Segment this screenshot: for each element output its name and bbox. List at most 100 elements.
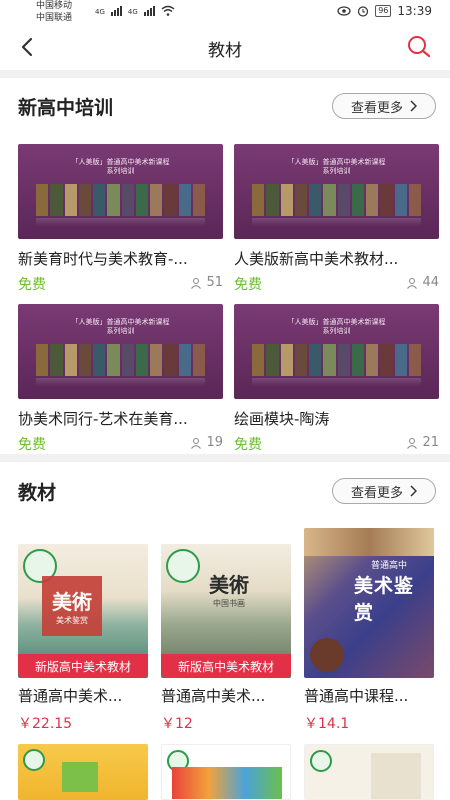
clock: 13:39 bbox=[397, 4, 432, 18]
cover-tag-line2: 系列培训 bbox=[106, 167, 135, 175]
cover-tag-line1: 「人美版」普通高中美术新课程 bbox=[71, 318, 170, 326]
cover-photo-strip bbox=[304, 528, 434, 556]
learner-count-value: 21 bbox=[422, 435, 439, 450]
new-edition-badge: 新版高中美术教材 bbox=[161, 654, 291, 678]
eye-icon bbox=[337, 6, 351, 16]
course-cover-image: 「人美版」普通高中美术新课程 系列培训 bbox=[18, 144, 223, 239]
view-more-label: 查看更多 bbox=[350, 485, 403, 501]
learner-count: 51 bbox=[190, 275, 223, 290]
textbook-title: 普通高中美术... bbox=[18, 687, 123, 705]
textbook-cover-image bbox=[304, 744, 434, 800]
chevron-right-icon bbox=[410, 485, 417, 497]
section-title: 教材 bbox=[18, 482, 57, 504]
textbook-card[interactable] bbox=[304, 744, 434, 800]
textbook-card[interactable]: 美術 中国书画 新版高中美术教材 普通高中美术... ￥12 bbox=[161, 544, 291, 734]
learner-count-value: 19 bbox=[206, 435, 223, 450]
learner-count: 21 bbox=[406, 435, 439, 450]
cover-tag-line2: 系列培训 bbox=[106, 327, 135, 335]
cover-title-block: 美術 中国书画 bbox=[201, 560, 257, 618]
cover-artwork bbox=[62, 762, 98, 792]
cover-artwork bbox=[310, 638, 344, 672]
cover-tag-line1: 「人美版」普通高中美术新课程 bbox=[71, 158, 170, 166]
publisher-logo-icon bbox=[23, 749, 45, 771]
cover-tag-line1: 「人美版」普通高中美术新课程 bbox=[287, 158, 386, 166]
textbook-cover-image bbox=[161, 744, 291, 800]
wifi-icon bbox=[161, 5, 175, 16]
textbook-cover-image bbox=[18, 744, 148, 800]
page-title: 教材 bbox=[208, 41, 242, 61]
network-type-1: 4G bbox=[95, 8, 105, 16]
course-cover-image: 「人美版」普通高中美术新课程 系列培训 bbox=[234, 144, 439, 239]
cover-tag-line1: 「人美版」普通高中美术新课程 bbox=[287, 318, 386, 326]
training-section: 新高中培训 查看更多 「人美版」普通高中美术新课程 系列培训 新美育时代与美术教育… bbox=[0, 78, 450, 454]
view-more-button[interactable]: 查看更多 bbox=[332, 93, 436, 119]
cover-title: 美術 bbox=[209, 573, 249, 597]
course-card[interactable]: 「人美版」普通高中美术新课程 系列培训 绘画模块-陶涛 免费 21 bbox=[234, 304, 439, 453]
cover-tag-line2: 系列培训 bbox=[322, 327, 351, 335]
cover-subtitle: 中国书画 bbox=[213, 599, 245, 608]
textbook-title: 普通高中课程... bbox=[304, 687, 409, 705]
course-card[interactable]: 「人美版」普通高中美术新课程 系列培训 新美育时代与美术教育-... 免费 51 bbox=[18, 144, 223, 293]
course-price: 免费 bbox=[18, 277, 46, 293]
course-card[interactable]: 「人美版」普通高中美术新课程 系列培训 人美版新高中美术教材... 免费 44 bbox=[234, 144, 439, 293]
person-icon bbox=[407, 277, 418, 289]
textbook-price: ￥14.1 bbox=[304, 716, 350, 732]
status-right: 96 13:39 bbox=[337, 4, 432, 18]
course-cover-image: 「人美版」普通高中美术新课程 系列培训 bbox=[234, 304, 439, 399]
view-more-label: 查看更多 bbox=[350, 100, 403, 116]
learner-count-value: 44 bbox=[422, 275, 439, 290]
course-title: 人美版新高中美术教材... bbox=[234, 250, 399, 268]
publisher-logo-icon bbox=[310, 750, 332, 772]
textbook-card[interactable]: 美術 美术鉴赏 新版高中美术教材 普通高中美术... ￥22.15 bbox=[18, 544, 148, 734]
person-icon bbox=[407, 437, 418, 449]
course-title: 新美育时代与美术教育-... bbox=[18, 250, 188, 268]
textbook-cover-image: 美術 中国书画 新版高中美术教材 bbox=[161, 544, 291, 678]
course-title: 绘画模块-陶涛 bbox=[234, 410, 330, 428]
cover-artwork bbox=[172, 767, 282, 799]
textbook-title: 普通高中美术... bbox=[161, 687, 266, 705]
cover-title-block: 美術 美术鉴赏 bbox=[42, 576, 102, 636]
learner-count: 44 bbox=[406, 275, 439, 290]
nav-bar: 教材 bbox=[0, 26, 450, 70]
course-cover-image: 「人美版」普通高中美术新课程 系列培训 bbox=[18, 304, 223, 399]
signal-bars-icon bbox=[110, 6, 122, 16]
course-title: 协美术同行-艺术在美育... bbox=[18, 410, 188, 428]
learner-count-value: 51 bbox=[206, 275, 223, 290]
course-price: 免费 bbox=[18, 437, 46, 453]
cover-subtitle: 美术鉴赏 bbox=[56, 616, 88, 625]
cover-title: 美术鉴赏 bbox=[354, 575, 415, 624]
learner-count: 19 bbox=[190, 435, 223, 450]
textbook-card[interactable] bbox=[18, 744, 148, 800]
textbook-cover-image: 普通高中 美术鉴赏 bbox=[304, 528, 434, 678]
new-edition-badge: 新版高中美术教材 bbox=[18, 654, 148, 678]
person-icon bbox=[191, 277, 202, 289]
status-bar: 中国移动 中国联通 4G 4G 96 13:39 bbox=[0, 0, 450, 26]
carrier-1: 中国移动 bbox=[36, 1, 73, 11]
publisher-logo-icon bbox=[166, 549, 200, 583]
alarm-icon bbox=[358, 6, 369, 17]
search-icon[interactable] bbox=[406, 34, 432, 60]
textbook-section: 教材 查看更多 美術 美术鉴赏 新版高中美术教材 普通高中美术... ￥22.1… bbox=[0, 462, 450, 800]
battery-icon: 96 bbox=[375, 5, 392, 17]
person-icon bbox=[191, 437, 202, 449]
cover-tag-line2: 系列培训 bbox=[322, 167, 351, 175]
textbook-price: ￥12 bbox=[161, 716, 193, 732]
course-card[interactable]: 「人美版」普通高中美术新课程 系列培训 协美术同行-艺术在美育... 免费 19 bbox=[18, 304, 223, 453]
textbook-price: ￥22.15 bbox=[18, 716, 73, 732]
course-price: 免费 bbox=[234, 437, 262, 453]
chevron-right-icon bbox=[410, 100, 417, 112]
network-type-2: 4G bbox=[127, 8, 138, 16]
carrier-2: 中国联通 bbox=[36, 13, 73, 23]
textbook-card[interactable]: 普通高中 美术鉴赏 普通高中课程... ￥14.1 bbox=[304, 528, 434, 734]
cover-title: 美術 bbox=[52, 590, 92, 614]
textbook-card[interactable] bbox=[161, 744, 291, 800]
signal-bars-icon-2 bbox=[143, 6, 155, 16]
section-title: 新高中培训 bbox=[18, 97, 114, 119]
signal-area: 4G 4G bbox=[95, 5, 175, 16]
cover-title-block: 普通高中 美术鉴赏 bbox=[354, 558, 424, 625]
course-price: 免费 bbox=[234, 277, 262, 293]
cover-artwork bbox=[371, 753, 421, 799]
textbook-cover-image: 美術 美术鉴赏 新版高中美术教材 bbox=[18, 544, 148, 678]
cover-subtitle: 普通高中 bbox=[370, 561, 407, 571]
view-more-button[interactable]: 查看更多 bbox=[332, 478, 436, 504]
